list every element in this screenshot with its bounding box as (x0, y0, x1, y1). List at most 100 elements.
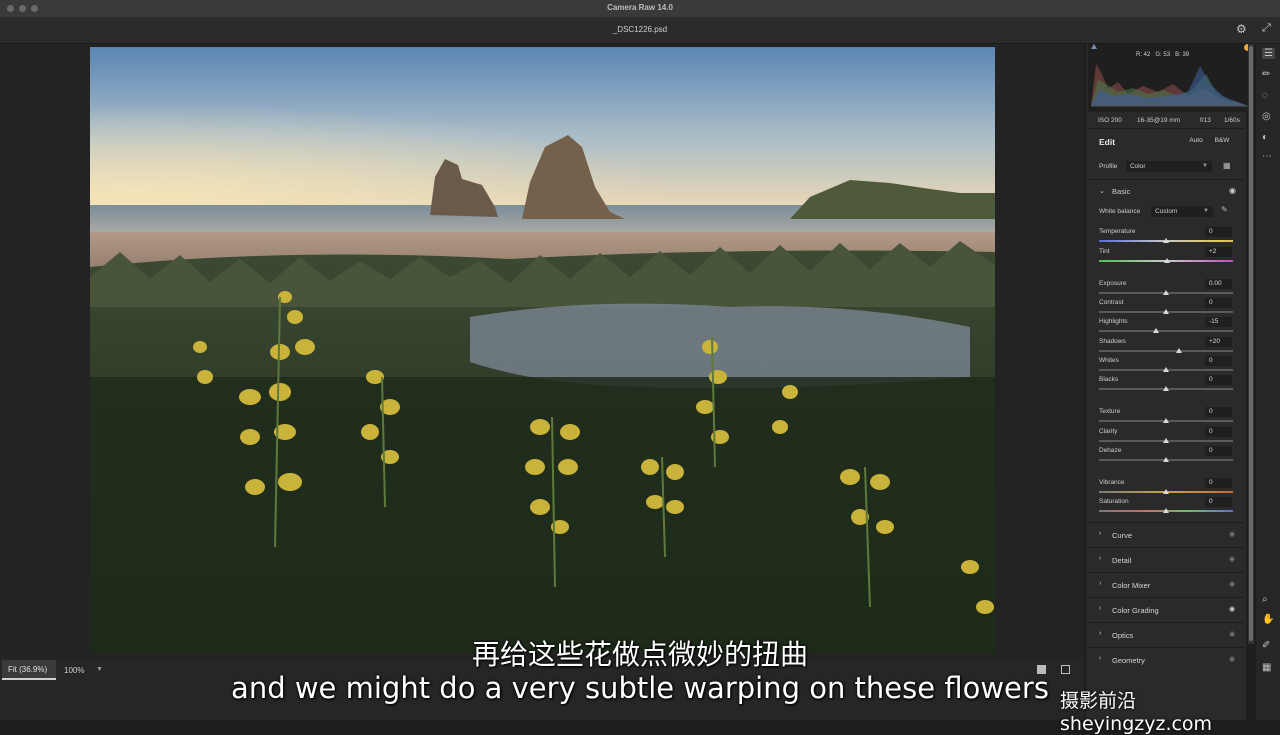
panel-scrollbar-thumb[interactable] (1249, 46, 1253, 641)
color-grading-title: Color Grading (1112, 606, 1159, 615)
eye-icon[interactable]: ◎ (1262, 111, 1271, 122)
white-balance-value: Custom (1155, 208, 1178, 215)
exposure-value-field[interactable]: 0.00 (1205, 279, 1232, 289)
sliders-icon[interactable]: ☰ (1262, 48, 1275, 59)
highlights-label: Highlights (1099, 318, 1128, 325)
vibrance-value-field[interactable]: 0 (1205, 478, 1232, 488)
whites-slider-thumb[interactable] (1163, 367, 1169, 372)
photo-preview[interactable] (90, 47, 995, 653)
tint-value-field[interactable]: +2 (1205, 247, 1232, 257)
texture-label: Texture (1099, 408, 1121, 415)
temperature-value-field[interactable]: 0 (1205, 227, 1232, 237)
chevron-down-icon[interactable]: ⌄ (1099, 187, 1105, 195)
chevron-down-icon: ▼ (1202, 163, 1208, 169)
chevron-right-icon: › (1099, 580, 1102, 587)
g-value: 53 (1163, 52, 1171, 58)
edit-title: Edit (1099, 137, 1116, 147)
profile-dropdown[interactable]: Color ▼ (1126, 161, 1212, 172)
shadows-slider-thumb[interactable] (1176, 348, 1182, 353)
vibrance-label: Vibrance (1099, 479, 1125, 486)
watermark: 摄影前沿 sheyingzyz.com (1060, 690, 1213, 735)
presets-icon[interactable]: ◐ (1262, 132, 1268, 143)
brush-icon[interactable]: ✏ (1262, 69, 1270, 80)
document-bar: _DSC1226.psd (0, 17, 1280, 44)
document-title: _DSC1226.psd (612, 25, 668, 34)
contrast-label: Contrast (1099, 299, 1124, 306)
texture-value-field[interactable]: 0 (1205, 407, 1232, 417)
exif-iso: ISO 200 (1098, 117, 1122, 124)
contrast-slider-thumb[interactable] (1163, 309, 1169, 314)
shadows-label: Shadows (1099, 338, 1126, 345)
app-title: Camera Raw 14.0 (607, 3, 673, 12)
basic-section-title[interactable]: Basic (1112, 187, 1130, 196)
contrast-value-field[interactable]: 0 (1205, 298, 1232, 308)
eye-icon[interactable]: ◉ (1229, 605, 1235, 613)
highlights-value-field[interactable]: -15 (1205, 317, 1232, 327)
eye-icon[interactable]: ◉ (1229, 555, 1235, 563)
magnifier-icon[interactable]: ⌕ (1262, 594, 1268, 605)
exif-aperture: f/13 (1200, 117, 1211, 124)
exposure-label: Exposure (1099, 280, 1127, 287)
r-label: R: (1136, 52, 1142, 58)
detail-section[interactable]: › Detail ◉ (1088, 547, 1244, 572)
color-mixer-section[interactable]: › Color Mixer ◉ (1088, 572, 1244, 597)
gear-icon[interactable]: ⚙ (1236, 22, 1247, 36)
eye-icon[interactable]: ◉ (1229, 186, 1236, 195)
dehaze-value-field[interactable]: 0 (1205, 446, 1232, 456)
auto-button[interactable]: Auto (1185, 135, 1207, 147)
landscape-photo (90, 47, 995, 653)
white-balance-label: White balance (1099, 208, 1141, 215)
clarity-slider-thumb[interactable] (1163, 438, 1169, 443)
subtitle-chinese: 再给这些花做点微妙的扭曲 (471, 638, 808, 671)
blacks-label: Blacks (1099, 376, 1119, 383)
b-label: B: (1175, 52, 1181, 58)
chevron-down-icon: ▼ (1203, 208, 1209, 214)
divider (1088, 179, 1244, 180)
profile-browser-icon[interactable]: ▦ (1223, 161, 1231, 170)
hand-icon[interactable]: ✋ (1262, 614, 1274, 625)
heal-icon[interactable]: ◌ (1262, 90, 1268, 101)
tint-label: Tint (1099, 248, 1110, 255)
saturation-slider-thumb[interactable] (1163, 508, 1169, 513)
whites-value-field[interactable]: 0 (1205, 356, 1232, 366)
exif-lens: 16-35@19 mm (1137, 117, 1181, 124)
texture-slider-thumb[interactable] (1163, 418, 1169, 423)
title-bar: Camera Raw 14.0 (0, 0, 1280, 18)
clarity-label: Clarity (1099, 428, 1118, 435)
bw-button[interactable]: B&W (1210, 135, 1234, 147)
tint-slider-thumb[interactable] (1164, 258, 1170, 263)
saturation-label: Saturation (1099, 498, 1129, 505)
divider (1088, 128, 1244, 129)
more-icon[interactable]: ⋯ (1262, 151, 1272, 162)
highlights-slider[interactable] (1099, 330, 1233, 332)
white-balance-dropdown[interactable]: Custom ▼ (1151, 206, 1213, 217)
r-value: 42 (1143, 52, 1151, 58)
b-value: 39 (1182, 52, 1190, 58)
chevron-right-icon: › (1099, 530, 1102, 537)
histogram: R: 42 G: 53 B: 39 (1088, 44, 1252, 112)
highlights-slider-thumb[interactable] (1153, 328, 1159, 333)
vibrance-slider-thumb[interactable] (1163, 489, 1169, 494)
dehaze-slider-thumb[interactable] (1163, 457, 1169, 462)
saturation-value-field[interactable]: 0 (1205, 497, 1232, 507)
curve-title: Curve (1112, 531, 1133, 540)
shadow-clipping-icon[interactable] (1091, 44, 1097, 49)
blacks-slider-thumb[interactable] (1163, 386, 1169, 391)
dehaze-label: Dehaze (1099, 447, 1122, 454)
chevron-right-icon: › (1099, 605, 1102, 612)
eye-icon[interactable]: ◉ (1229, 530, 1235, 538)
eye-icon[interactable]: ◉ (1229, 580, 1235, 588)
expand-icon[interactable]: ⤢ (1262, 22, 1271, 35)
profile-value: Color (1130, 163, 1146, 170)
color-mixer-title: Color Mixer (1112, 581, 1151, 590)
shadows-slider[interactable] (1099, 350, 1233, 352)
shadows-value-field[interactable]: +20 (1205, 337, 1232, 347)
curve-section[interactable]: › Curve ◉ (1088, 522, 1244, 547)
g-label: G: (1155, 52, 1162, 58)
exposure-slider-thumb[interactable] (1163, 290, 1169, 295)
eyedropper-icon[interactable]: ✎ (1221, 205, 1228, 214)
color-grading-section[interactable]: › Color Grading ◉ (1088, 597, 1244, 622)
blacks-value-field[interactable]: 0 (1205, 375, 1232, 385)
clarity-value-field[interactable]: 0 (1205, 427, 1232, 437)
temperature-slider-thumb[interactable] (1163, 238, 1169, 243)
